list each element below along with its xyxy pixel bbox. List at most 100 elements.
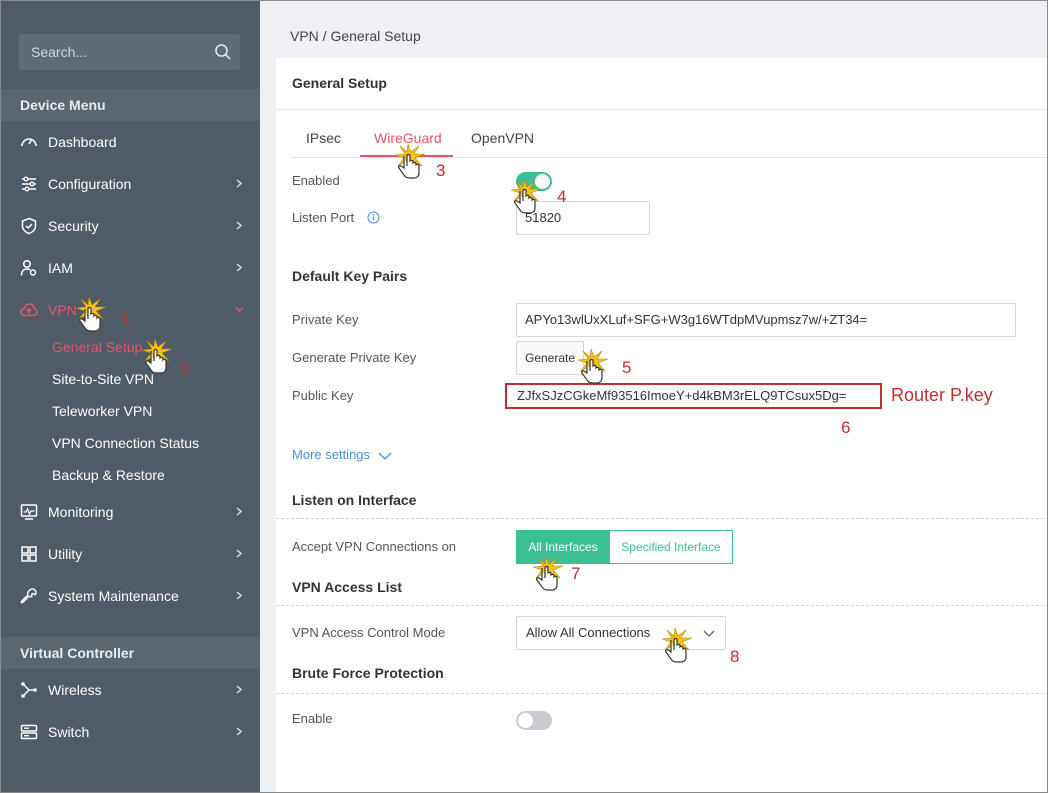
sidebar-item-iam[interactable]: IAM bbox=[1, 247, 260, 289]
tab-openvpn[interactable]: OpenVPN bbox=[471, 130, 534, 146]
sliders-icon bbox=[22, 176, 36, 192]
virtual-controller-header: Virtual Controller bbox=[1, 637, 260, 669]
section-divider bbox=[276, 693, 1047, 694]
sidebar-subitem-vpn-connection-status[interactable]: VPN Connection Status bbox=[52, 431, 199, 455]
chevron-right-icon bbox=[236, 507, 243, 516]
router-pkey-annotation: Router P.key bbox=[891, 385, 993, 405]
sidebar-item-label: IAM bbox=[48, 260, 73, 276]
user-gear-icon bbox=[20, 259, 37, 276]
step-number: 7 bbox=[571, 564, 581, 583]
chevron-right-icon bbox=[236, 179, 243, 188]
private-key-label: Private Key bbox=[292, 312, 359, 327]
sidebar-item-utility[interactable]: Utility bbox=[1, 533, 260, 575]
title-divider bbox=[276, 109, 1047, 110]
vpn-access-list-heading: VPN Access List bbox=[292, 579, 402, 595]
click-pointer-icon bbox=[577, 348, 609, 384]
default-key-pairs-heading: Default Key Pairs bbox=[292, 268, 408, 284]
click-pointer-icon bbox=[141, 338, 173, 374]
sidebar-item-dashboard[interactable]: Dashboard bbox=[1, 121, 260, 163]
sidebar-subitem-general-setup[interactable]: General Setup bbox=[52, 335, 142, 359]
toggle-knob bbox=[518, 713, 533, 728]
listen-on-interface-heading: Listen on Interface bbox=[292, 492, 417, 508]
sidebar-search[interactable] bbox=[19, 34, 240, 70]
grid-icon bbox=[21, 546, 37, 562]
breadcrumb: VPN / General Setup bbox=[290, 28, 421, 44]
chevron-right-icon bbox=[236, 727, 243, 736]
listen-port-label: Listen Port bbox=[292, 210, 355, 225]
sidebar-item-label: Dashboard bbox=[48, 134, 117, 150]
sidebar: Device Menu Dashboard Configuration Secu… bbox=[1, 1, 260, 792]
sidebar-item-label: Wireless bbox=[48, 682, 102, 698]
chevron-right-icon bbox=[236, 221, 243, 230]
brute-force-toggle[interactable] bbox=[516, 711, 552, 730]
sidebar-item-system-maintenance[interactable]: System Maintenance bbox=[1, 575, 260, 617]
more-settings-link[interactable]: More settings bbox=[292, 447, 392, 462]
sidebar-item-security[interactable]: Security bbox=[1, 205, 260, 247]
public-key-label: Public Key bbox=[292, 388, 354, 403]
generate-private-key-label: Generate Private Key bbox=[292, 350, 417, 365]
click-pointer-icon bbox=[532, 555, 564, 591]
sidebar-item-monitoring[interactable]: Monitoring bbox=[1, 491, 260, 533]
click-pointer-icon bbox=[510, 178, 542, 214]
chevron-right-icon bbox=[236, 591, 243, 600]
tab-ipsec[interactable]: IPsec bbox=[306, 130, 341, 146]
brute-force-protection-heading: Brute Force Protection bbox=[292, 665, 444, 681]
click-pointer-icon bbox=[661, 627, 693, 663]
step-number: 3 bbox=[436, 161, 446, 180]
chevron-right-icon bbox=[236, 685, 243, 694]
switch-device-icon bbox=[20, 724, 38, 740]
sidebar-item-configuration[interactable]: Configuration bbox=[1, 163, 260, 205]
public-key-value[interactable]: ZJfxSJzCGkeMf93516ImoeY+d4kBM3rELQ9TCsux… bbox=[505, 383, 882, 409]
cloud-upload-icon bbox=[20, 303, 38, 317]
sidebar-item-vpn[interactable]: VPN bbox=[1, 289, 260, 331]
sidebar-item-label: Switch bbox=[48, 724, 90, 740]
sidebar-item-wireless[interactable]: Wireless bbox=[1, 669, 260, 711]
sidebar-item-label: System Maintenance bbox=[48, 588, 179, 604]
sidebar-item-label: Monitoring bbox=[48, 504, 114, 520]
sidebar-subitem-teleworker-vpn[interactable]: Teleworker VPN bbox=[52, 399, 152, 423]
network-nodes-icon bbox=[21, 682, 37, 698]
sidebar-subitem-site-to-site-vpn[interactable]: Site-to-Site VPN bbox=[52, 367, 154, 391]
generate-button[interactable]: Generate bbox=[516, 341, 585, 375]
section-divider bbox=[276, 518, 1047, 519]
app-window: Device Menu Dashboard Configuration Secu… bbox=[0, 0, 1048, 793]
sidebar-item-label: Utility bbox=[48, 546, 83, 562]
specified-interface-button[interactable]: Specified Interface bbox=[609, 530, 733, 564]
accept-vpn-label: Accept VPN Connections on bbox=[292, 539, 457, 554]
step-number: 4 bbox=[557, 187, 567, 206]
monitor-icon bbox=[20, 504, 38, 520]
sidebar-item-switch[interactable]: Switch bbox=[1, 711, 260, 753]
page-title: General Setup bbox=[292, 75, 387, 91]
step-number: 2 bbox=[180, 361, 190, 380]
search-input[interactable] bbox=[19, 34, 240, 70]
general-setup-panel bbox=[276, 58, 1047, 792]
shield-icon bbox=[21, 217, 37, 235]
chevron-down-icon bbox=[703, 630, 715, 637]
section-divider bbox=[276, 605, 1047, 606]
private-key-input[interactable]: APYo13wlUxXLuf+SFG+W3g16WTdpMVupmsz7w/+Z… bbox=[516, 303, 1016, 337]
step-number: 5 bbox=[622, 358, 632, 377]
click-pointer-icon bbox=[75, 296, 107, 332]
wrench-icon bbox=[20, 588, 37, 604]
sidebar-item-label: Security bbox=[48, 218, 99, 234]
step-number: 8 bbox=[730, 647, 740, 666]
device-menu-header: Device Menu bbox=[1, 89, 260, 121]
more-settings-label: More settings bbox=[292, 447, 371, 462]
sidebar-item-label: VPN bbox=[48, 302, 77, 318]
info-icon[interactable] bbox=[367, 211, 380, 224]
select-value: Allow All Connections bbox=[526, 625, 651, 640]
sidebar-subitem-backup-restore[interactable]: Backup & Restore bbox=[52, 463, 165, 487]
step-number: 6 bbox=[841, 418, 851, 437]
step-number: 1 bbox=[121, 309, 131, 328]
sidebar-item-label: Configuration bbox=[48, 176, 132, 192]
search-icon[interactable] bbox=[214, 43, 232, 61]
dashboard-icon bbox=[21, 138, 37, 147]
click-pointer-icon bbox=[394, 143, 426, 179]
vpn-access-control-mode-label: VPN Access Control Mode bbox=[292, 625, 446, 640]
chevron-right-icon bbox=[236, 549, 243, 558]
enabled-label: Enabled bbox=[292, 173, 340, 188]
chevron-down-icon bbox=[235, 307, 244, 312]
enable-label: Enable bbox=[292, 711, 333, 726]
chevron-down-icon bbox=[378, 452, 392, 460]
chevron-right-icon bbox=[236, 263, 243, 272]
